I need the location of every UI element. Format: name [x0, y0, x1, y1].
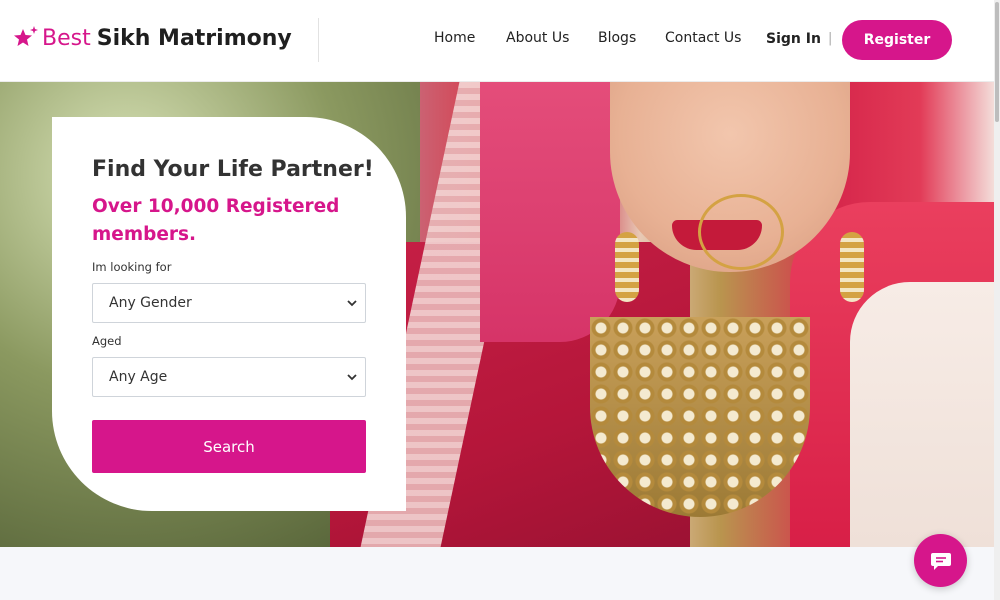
chevron-down-icon — [347, 300, 357, 307]
gender-select[interactable]: Any Gender — [92, 283, 366, 323]
search-button[interactable]: Search — [92, 420, 366, 473]
hero-nose-ring — [698, 194, 784, 270]
site-logo[interactable]: Best Sikh Matrimony — [12, 24, 292, 52]
age-select[interactable]: Any Age — [92, 357, 366, 397]
search-card-subtitle: Over 10,000 Registered members. — [92, 196, 340, 245]
nav-home[interactable]: Home — [434, 30, 475, 46]
scrollbar-thumb[interactable] — [995, 2, 999, 122]
hero-dupatta — [480, 82, 620, 342]
age-select-value: Any Age — [109, 369, 168, 385]
site-header: Best Sikh Matrimony Home About Us Blogs … — [0, 0, 1000, 82]
nav-contact-us[interactable]: Contact Us — [665, 30, 741, 46]
sign-in-link[interactable]: Sign In — [766, 31, 821, 47]
nav-blogs[interactable]: Blogs — [598, 30, 636, 46]
register-button[interactable]: Register — [842, 20, 952, 60]
hero-earring — [840, 232, 864, 302]
header-divider — [318, 18, 319, 62]
nav-separator: | — [828, 31, 833, 46]
star-sparkle-icon — [14, 26, 38, 46]
chat-bubble-icon — [930, 552, 951, 570]
chevron-down-icon — [347, 374, 357, 381]
hero-earring — [615, 232, 639, 302]
logo-name: Sikh Matrimony — [96, 25, 292, 51]
aged-label: Aged — [92, 334, 122, 348]
logo-prefix: Best — [42, 25, 91, 51]
search-card-title: Find Your Life Partner! — [92, 157, 374, 182]
gender-select-value: Any Gender — [109, 295, 192, 311]
hero-groom-outfit — [850, 282, 1000, 547]
looking-for-label: Im looking for — [92, 260, 172, 274]
chat-widget-button[interactable] — [914, 534, 967, 587]
nav-about-us[interactable]: About Us — [506, 30, 569, 46]
